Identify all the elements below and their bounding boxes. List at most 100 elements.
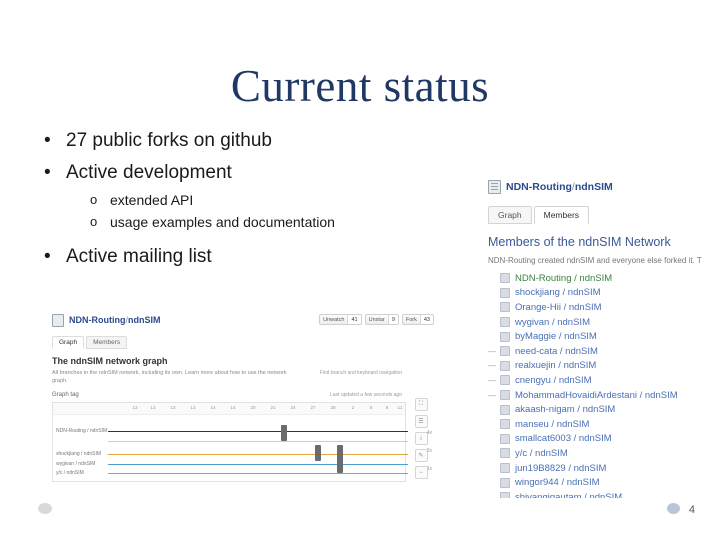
- axis-tick: 13: [190, 405, 196, 410]
- tab-graph[interactable]: Graph: [488, 206, 532, 224]
- avatar: [500, 448, 510, 459]
- member-name[interactable]: MohammadHovaidiArdestani / ndnSIM: [515, 390, 678, 401]
- members-subtitle: NDN-Routing created ndnSIM and everyone …: [488, 256, 702, 265]
- bullet-marker: •: [44, 130, 51, 151]
- slide-canvas: Current status • 27 public forks on gith…: [0, 0, 720, 540]
- member-name[interactable]: jun19B8829 / ndnSIM: [515, 463, 606, 474]
- tab-members[interactable]: Members: [533, 206, 590, 224]
- bullet-marker: •: [44, 161, 51, 183]
- list-item[interactable]: jun19B8829 / ndnSIM: [488, 461, 708, 476]
- repo-actions: Unwatch 41 Unstar 9 Fork 43: [319, 314, 434, 325]
- avatar: [500, 287, 510, 298]
- list-item[interactable]: manseu / ndnSIM: [488, 417, 708, 432]
- bullet-item: • Active mailing list: [32, 244, 462, 270]
- avatar: [500, 346, 510, 357]
- repo-title: NDN-Routing/ndnSIM: [69, 315, 161, 325]
- member-name[interactable]: shivangigautam / ndnSIM: [515, 492, 622, 498]
- list-item[interactable]: akaash-nigam / ndnSIM: [488, 402, 708, 417]
- member-name[interactable]: cnengyu / ndnSIM: [515, 375, 592, 386]
- axis-tick: 14: [210, 405, 216, 410]
- page-title: Current status: [230, 61, 490, 111]
- fork-prefix: —: [488, 346, 496, 356]
- member-name[interactable]: akaash-nigam / ndnSIM: [515, 404, 615, 415]
- members-screenshot: NDN-Routing/ndnSIM Graph Members Members…: [486, 178, 708, 498]
- list-item[interactable]: — MohammadHovaidiArdestani / ndnSIM: [488, 388, 708, 403]
- zoom-out-icon[interactable]: −: [414, 466, 428, 479]
- unstar-button[interactable]: Unstar 9: [364, 314, 399, 325]
- avatar: [500, 390, 510, 401]
- axis-tick: 27: [310, 405, 316, 410]
- axis-tick: 11: [397, 405, 403, 410]
- member-name[interactable]: smallcat6003 / ndnSIM: [515, 433, 612, 444]
- graph-commit-tag: [315, 445, 321, 461]
- tab-members[interactable]: Members: [86, 336, 128, 349]
- member-name[interactable]: NDN-Routing / ndnSIM: [515, 273, 612, 284]
- footer-decoration-right: [667, 503, 680, 514]
- zoom-level-1x: 1x: [426, 466, 432, 472]
- members-list: NDN-Routing / ndnSIM shockjiang / ndnSIM…: [486, 271, 708, 498]
- member-name[interactable]: y/c / ndnSIM: [515, 448, 568, 459]
- list-item[interactable]: — cnengyu / ndnSIM: [488, 373, 708, 388]
- avatar: [500, 302, 510, 313]
- repo-title: NDN-Routing/ndnSIM: [506, 181, 613, 193]
- sub-bullet-item: o usage examples and documentation: [90, 213, 462, 233]
- list-icon[interactable]: ☰: [414, 415, 428, 428]
- avatar: [500, 477, 510, 488]
- member-name[interactable]: wygivan / ndnSIM: [515, 317, 590, 328]
- fork-prefix: —: [488, 375, 496, 385]
- member-name[interactable]: manseu / ndnSIM: [515, 419, 589, 430]
- sub-bullet-text: usage examples and documentation: [110, 213, 335, 230]
- list-item[interactable]: y/c / ndnSIM: [488, 446, 708, 461]
- fork-button[interactable]: Fork 43: [401, 314, 434, 325]
- zoom-level-2x: 2x: [426, 448, 432, 454]
- graph-description: All branches in the ndnSIM network, incl…: [52, 370, 287, 384]
- graph-title: The ndnSIM network graph: [52, 356, 168, 366]
- graph-note: Find branch and keyboard navigation: [319, 370, 402, 376]
- member-name[interactable]: wingor944 / ndnSIM: [515, 477, 600, 488]
- graph-last-update: Last updated a few seconds ago: [330, 392, 402, 398]
- fullscreen-icon[interactable]: ⛶: [414, 398, 428, 411]
- axis-tick: 28: [330, 405, 336, 410]
- tab-graph[interactable]: Graph: [52, 336, 85, 349]
- member-name[interactable]: shockjiang / ndnSIM: [515, 287, 601, 298]
- bullet-item: • 27 public forks on github: [32, 128, 462, 154]
- axis-tick: 24: [290, 405, 296, 410]
- list-item[interactable]: — need-cata / ndnSIM: [488, 344, 708, 359]
- graph-branch-line: [108, 454, 408, 455]
- graph-canvas[interactable]: 13 13 13 13 14 14 20 21 24 27 28 2 5 8 1…: [52, 402, 408, 482]
- sub-bullet-marker: o: [90, 192, 98, 208]
- avatar: [500, 331, 510, 342]
- member-name[interactable]: byMaggie / ndnSIM: [515, 331, 597, 342]
- member-name[interactable]: need-cata / ndnSIM: [515, 346, 598, 357]
- list-item[interactable]: Orange-Hii / ndnSIM: [488, 300, 708, 315]
- avatar: [500, 360, 510, 371]
- sub-bullet-list: o extended API o usage examples and docu…: [32, 191, 462, 232]
- bullet-text: Active development: [66, 161, 232, 183]
- graph-commit-tag: [281, 425, 287, 441]
- graph-axis: 13 13 13 13 14 14 20 21 24 27 28 2 5 8 1…: [53, 403, 405, 415]
- graph-branch-line: [108, 473, 408, 474]
- list-item[interactable]: byMaggie / ndnSIM: [488, 329, 708, 344]
- list-item[interactable]: smallcat6003 / ndnSIM: [488, 432, 708, 447]
- member-name[interactable]: Orange-Hii / ndnSIM: [515, 302, 602, 313]
- member-name[interactable]: realxuejin / ndnSIM: [515, 360, 596, 371]
- axis-tick: 20: [250, 405, 256, 410]
- fork-prefix: —: [488, 390, 496, 400]
- axis-tick: 5: [369, 405, 373, 410]
- list-item[interactable]: wingor944 / ndnSIM: [488, 475, 708, 490]
- bullet-text: Active mailing list: [66, 246, 212, 268]
- axis-tick: 13: [150, 405, 156, 410]
- zoom-level-4x: 4x: [426, 430, 432, 436]
- list-item[interactable]: NDN-Routing / ndnSIM: [488, 271, 708, 286]
- avatar: [500, 492, 510, 498]
- info-icon[interactable]: i: [414, 432, 428, 445]
- edit-icon[interactable]: ✎: [414, 449, 428, 462]
- repo-name: ndnSIM: [574, 181, 613, 193]
- avatar: [500, 317, 510, 328]
- list-item[interactable]: — realxuejin / ndnSIM: [488, 359, 708, 374]
- list-item[interactable]: wygivan / ndnSIM: [488, 315, 708, 330]
- unwatch-button[interactable]: Unwatch 41: [319, 314, 362, 325]
- list-item[interactable]: shockjiang / ndnSIM: [488, 286, 708, 301]
- repo-icon: [52, 313, 64, 327]
- list-item[interactable]: shivangigautam / ndnSIM: [488, 490, 708, 498]
